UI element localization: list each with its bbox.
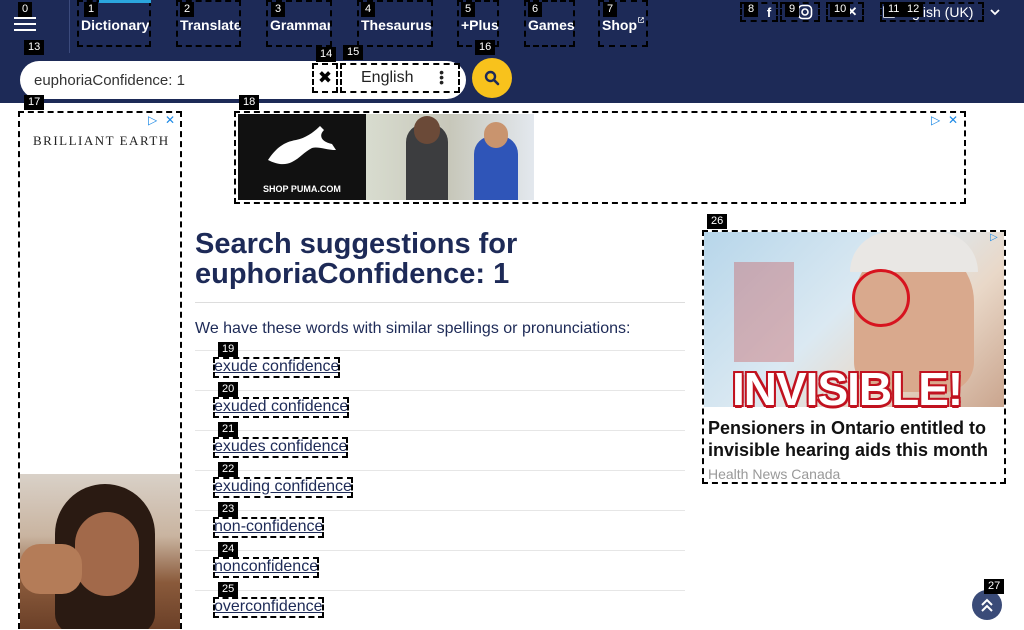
element-badge: 4 (361, 2, 376, 17)
element-badge: 23 (218, 502, 239, 517)
nav-games-label: Games (528, 17, 575, 33)
element-badge: 6 (528, 2, 543, 17)
external-link-icon (638, 17, 644, 23)
nav-translate-label: Translate (180, 17, 242, 33)
ad-source: Health News Canada (708, 466, 841, 482)
ad-portrait-image (20, 474, 180, 629)
list-item: exuded confidence (195, 390, 685, 430)
ad-brand-text: BRILLIANT EARTH (33, 133, 170, 148)
list-item: exudes confidence (195, 430, 685, 470)
suggestion-link[interactable]: overconfidence (213, 597, 324, 618)
element-badge: 9 (785, 2, 800, 17)
element-badge: 3 (271, 2, 286, 17)
top-banner-ad[interactable]: SHOP PUMA.COM ▷ ✕ (234, 111, 966, 204)
nav-plus-label: +Plus (461, 17, 499, 33)
puma-ad-cta: SHOP PUMA.COM (263, 184, 341, 194)
title-divider (195, 302, 685, 303)
ad-close-icon[interactable]: ✕ (948, 113, 958, 127)
element-badge: 17 (24, 95, 45, 110)
list-item: non-confidence (195, 510, 685, 550)
element-badge: 19 (218, 342, 239, 357)
ad-overlay-text: INVISIBLE! (732, 363, 963, 415)
adchoices-icon[interactable]: ▷ (931, 113, 940, 127)
suggestion-link[interactable]: non-confidence (213, 517, 325, 538)
ad-close-icon[interactable]: ✕ (165, 113, 175, 127)
page-title: Search suggestions for euphoriaConfidenc… (195, 229, 685, 289)
left-skyscraper-ad[interactable]: ▷ ✕ BRILLIANT EARTH (18, 111, 182, 629)
element-badge: 27 (984, 579, 1005, 594)
element-badge: 26 (707, 214, 728, 229)
element-badge: 22 (218, 462, 239, 477)
dictionary-label: English (361, 69, 414, 86)
puma-ad-photo (366, 114, 534, 200)
ad-headline: Pensioners in Ontario entitled to invisi… (708, 418, 989, 460)
element-badge: 10 (830, 2, 851, 17)
element-badge: 0 (18, 2, 33, 17)
puma-logo-icon (268, 126, 336, 165)
suggestion-link[interactable]: nonconfidence (213, 557, 320, 578)
element-badge: 25 (218, 582, 239, 597)
list-item: exuding confidence (195, 470, 685, 510)
clear-search-button[interactable]: ✖ (312, 63, 338, 93)
right-native-ad[interactable]: INVISIBLE! ▷ Pensioners in Ontario entit… (702, 230, 1006, 484)
more-options-icon: • • • (439, 64, 444, 90)
dictionary-selector[interactable]: English • • • (340, 63, 460, 93)
suggestion-link[interactable]: exudes confidence (213, 437, 349, 458)
puma-ad-tile: SHOP PUMA.COM (238, 114, 366, 200)
element-badge: 5 (461, 2, 476, 17)
search-button[interactable] (472, 58, 512, 98)
double-chevron-up-icon (981, 598, 993, 612)
main-content: Search suggestions for euphoriaConfidenc… (195, 229, 685, 289)
element-badge: 20 (218, 382, 239, 397)
chevron-down-icon (990, 9, 1000, 16)
nav-thesaurus-label: Thesaurus (361, 17, 432, 33)
search-bar (0, 53, 1024, 103)
element-badge: 13 (24, 40, 45, 55)
element-badge: 2 (180, 2, 195, 17)
element-badge: 21 (218, 422, 239, 437)
suggestion-link[interactable]: exude confidence (213, 357, 341, 378)
search-icon (484, 70, 500, 86)
page-title-query: euphoriaConfidence: 1 (195, 258, 510, 290)
element-badge: 7 (603, 2, 618, 17)
adchoices-icon[interactable]: ▷ (990, 232, 998, 243)
list-item: nonconfidence (195, 550, 685, 590)
element-badge: 14 (316, 47, 337, 62)
element-badge: 24 (218, 542, 239, 557)
close-icon: ✖ (317, 68, 333, 87)
list-item: overconfidence (195, 590, 685, 630)
element-badge: 15 (343, 45, 364, 60)
list-item: exude confidence (195, 350, 685, 390)
element-badge: 16 (475, 40, 496, 55)
back-to-top-button[interactable] (972, 590, 1002, 620)
element-badge: 12 (903, 2, 924, 17)
suggestions-intro: We have these words with similar spellin… (195, 320, 631, 337)
element-badge: 8 (744, 2, 759, 17)
top-navigation: Dictionary Translate Grammar Thesaurus +… (0, 0, 1024, 53)
page-title-prefix: Search suggestions for (195, 228, 518, 260)
nav-shop-label: Shop (602, 17, 637, 33)
element-badge: 18 (239, 95, 260, 110)
nav-dictionary-label: Dictionary (81, 17, 150, 33)
nav-divider (69, 0, 70, 53)
element-badge: 11 (884, 2, 904, 17)
suggestion-link[interactable]: exuded confidence (213, 397, 350, 418)
nav-grammar-label: Grammar (270, 17, 333, 33)
element-badge: 1 (84, 2, 99, 17)
adchoices-icon[interactable]: ▷ (148, 113, 157, 127)
search-input[interactable] (34, 70, 324, 90)
suggestion-link[interactable]: exuding confidence (213, 477, 353, 498)
